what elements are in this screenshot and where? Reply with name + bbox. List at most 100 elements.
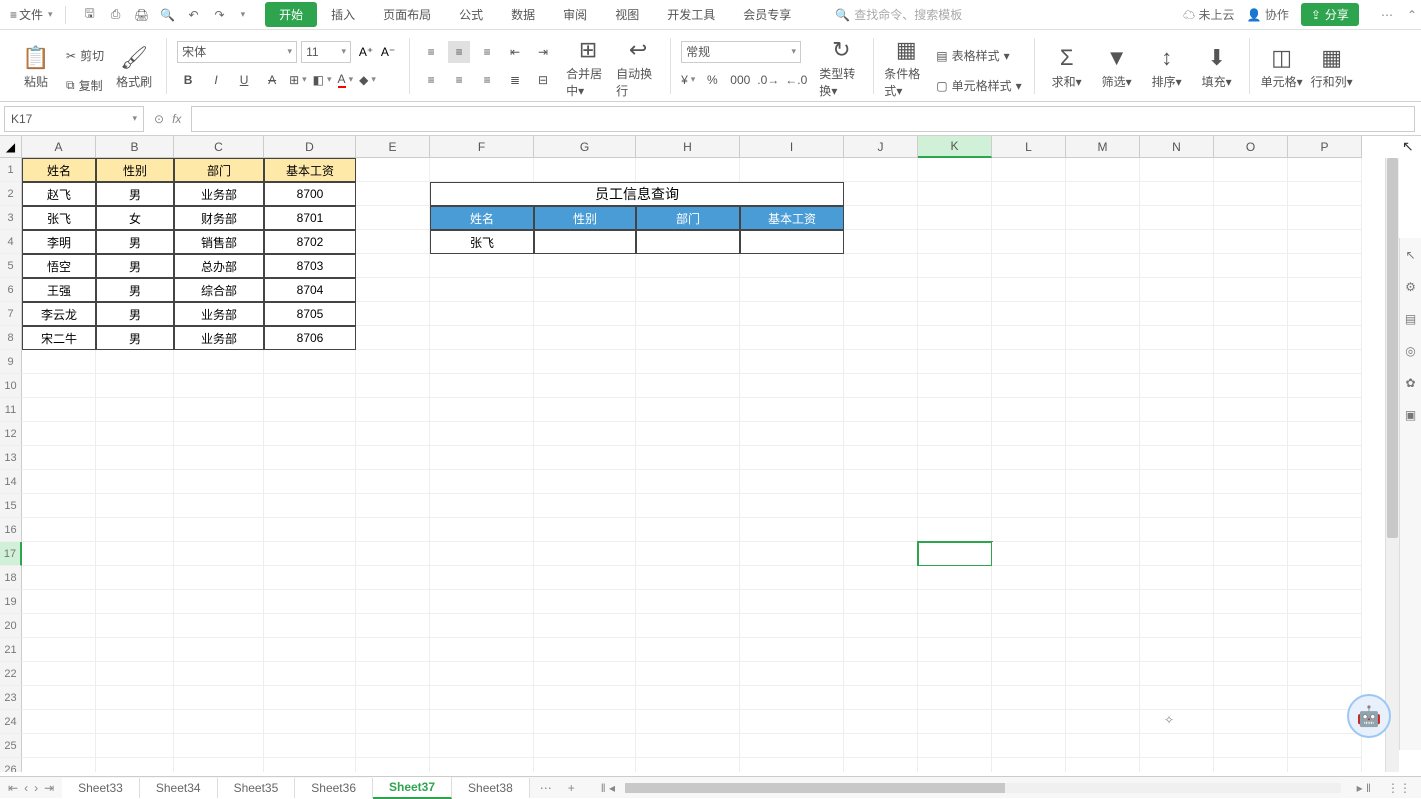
sheet-tab-Sheet36[interactable]: Sheet36 — [295, 778, 373, 798]
cell[interactable] — [264, 398, 356, 422]
cell[interactable] — [844, 686, 918, 710]
tab-formulas[interactable]: 公式 — [445, 2, 497, 27]
paste-button[interactable]: 📋 粘贴 — [14, 38, 58, 98]
cell[interactable] — [1214, 374, 1288, 398]
cell[interactable] — [1288, 662, 1362, 686]
cell[interactable] — [1214, 422, 1288, 446]
cell[interactable] — [1066, 278, 1140, 302]
type-convert-button[interactable]: ↻类型转换▾ — [819, 38, 863, 98]
cell[interactable] — [534, 638, 636, 662]
conditional-format-button[interactable]: ▦条件格式▾ — [884, 38, 928, 98]
cell[interactable] — [96, 566, 174, 590]
cell[interactable] — [918, 638, 992, 662]
cell[interactable] — [636, 662, 740, 686]
cell[interactable] — [264, 710, 356, 734]
cell[interactable] — [430, 566, 534, 590]
cell[interactable] — [1140, 350, 1214, 374]
cell[interactable] — [96, 638, 174, 662]
number-format-select[interactable]: 常规▾ — [681, 41, 801, 63]
cell[interactable] — [96, 494, 174, 518]
cell[interactable] — [918, 206, 992, 230]
prev-sheet-icon[interactable]: ‹ — [24, 781, 28, 795]
col-header-G[interactable]: G — [534, 136, 636, 158]
cell[interactable] — [1140, 446, 1214, 470]
cell[interactable] — [1140, 518, 1214, 542]
cell[interactable] — [1288, 182, 1362, 206]
cell[interactable] — [430, 158, 534, 182]
scroll-thumb[interactable] — [625, 783, 1005, 793]
decrease-indent-icon[interactable]: ⇤ — [504, 41, 526, 63]
cell[interactable] — [992, 542, 1066, 566]
cell[interactable] — [1288, 158, 1362, 182]
cell[interactable] — [356, 614, 430, 638]
row-header-7[interactable]: 7 — [0, 302, 22, 326]
cell[interactable] — [534, 494, 636, 518]
cell[interactable] — [1066, 302, 1140, 326]
cell[interactable] — [1288, 494, 1362, 518]
cell[interactable] — [1066, 494, 1140, 518]
cell[interactable] — [636, 614, 740, 638]
increase-indent-icon[interactable]: ⇥ — [532, 41, 554, 63]
col-header-P[interactable]: P — [1288, 136, 1362, 158]
cell[interactable] — [356, 470, 430, 494]
col-header-E[interactable]: E — [356, 136, 430, 158]
cell[interactable] — [174, 638, 264, 662]
cell[interactable] — [534, 158, 636, 182]
percent-button[interactable]: % — [701, 69, 723, 91]
cell[interactable] — [430, 398, 534, 422]
cell[interactable] — [844, 422, 918, 446]
cell[interactable] — [636, 638, 740, 662]
cell[interactable]: 男 — [96, 230, 174, 254]
row-header-17[interactable]: 17 — [0, 542, 22, 566]
cell[interactable] — [844, 470, 918, 494]
sheet-tab-Sheet33[interactable]: Sheet33 — [62, 778, 140, 798]
cell[interactable] — [534, 758, 636, 772]
cell[interactable] — [992, 686, 1066, 710]
assistant-button[interactable]: 🤖 — [1347, 694, 1391, 738]
cell[interactable] — [1214, 302, 1288, 326]
cell[interactable] — [636, 374, 740, 398]
cell[interactable] — [740, 614, 844, 638]
cell[interactable] — [740, 302, 844, 326]
cell[interactable] — [96, 734, 174, 758]
col-header-K[interactable]: K — [918, 136, 992, 158]
cell[interactable] — [844, 230, 918, 254]
cell[interactable] — [430, 446, 534, 470]
file-menu[interactable]: ≡ 文件 ▾ — [4, 6, 59, 23]
zoom-icon[interactable]: 🔍 — [160, 7, 176, 23]
cell[interactable] — [356, 638, 430, 662]
cell[interactable] — [534, 374, 636, 398]
cell[interactable] — [1214, 470, 1288, 494]
cell[interactable] — [1140, 662, 1214, 686]
cell[interactable] — [1140, 182, 1214, 206]
cell[interactable] — [534, 542, 636, 566]
cell[interactable]: 总办部 — [174, 254, 264, 278]
row-header-5[interactable]: 5 — [0, 254, 22, 278]
cell[interactable] — [1140, 542, 1214, 566]
cell[interactable] — [1140, 302, 1214, 326]
cell[interactable] — [1214, 494, 1288, 518]
cell[interactable] — [1214, 350, 1288, 374]
cell[interactable] — [534, 734, 636, 758]
cell[interactable] — [1214, 662, 1288, 686]
cell[interactable] — [992, 254, 1066, 278]
scroll-right-icon[interactable]: ▸ ‖ — [1351, 781, 1377, 795]
cell[interactable] — [534, 518, 636, 542]
highlight-button[interactable]: ◆▾ — [359, 73, 376, 87]
cell[interactable] — [356, 446, 430, 470]
cell[interactable] — [1066, 374, 1140, 398]
cell[interactable] — [1214, 326, 1288, 350]
cell[interactable] — [918, 398, 992, 422]
cell[interactable] — [992, 230, 1066, 254]
cell[interactable] — [636, 566, 740, 590]
row-header-3[interactable]: 3 — [0, 206, 22, 230]
settings-icon[interactable]: ⚙ — [1405, 280, 1416, 294]
cell[interactable] — [1288, 374, 1362, 398]
col-header-H[interactable]: H — [636, 136, 740, 158]
cell[interactable] — [918, 710, 992, 734]
cell[interactable] — [918, 278, 992, 302]
cell[interactable] — [430, 278, 534, 302]
cell[interactable] — [1214, 542, 1288, 566]
cell[interactable] — [534, 614, 636, 638]
cell[interactable] — [844, 710, 918, 734]
